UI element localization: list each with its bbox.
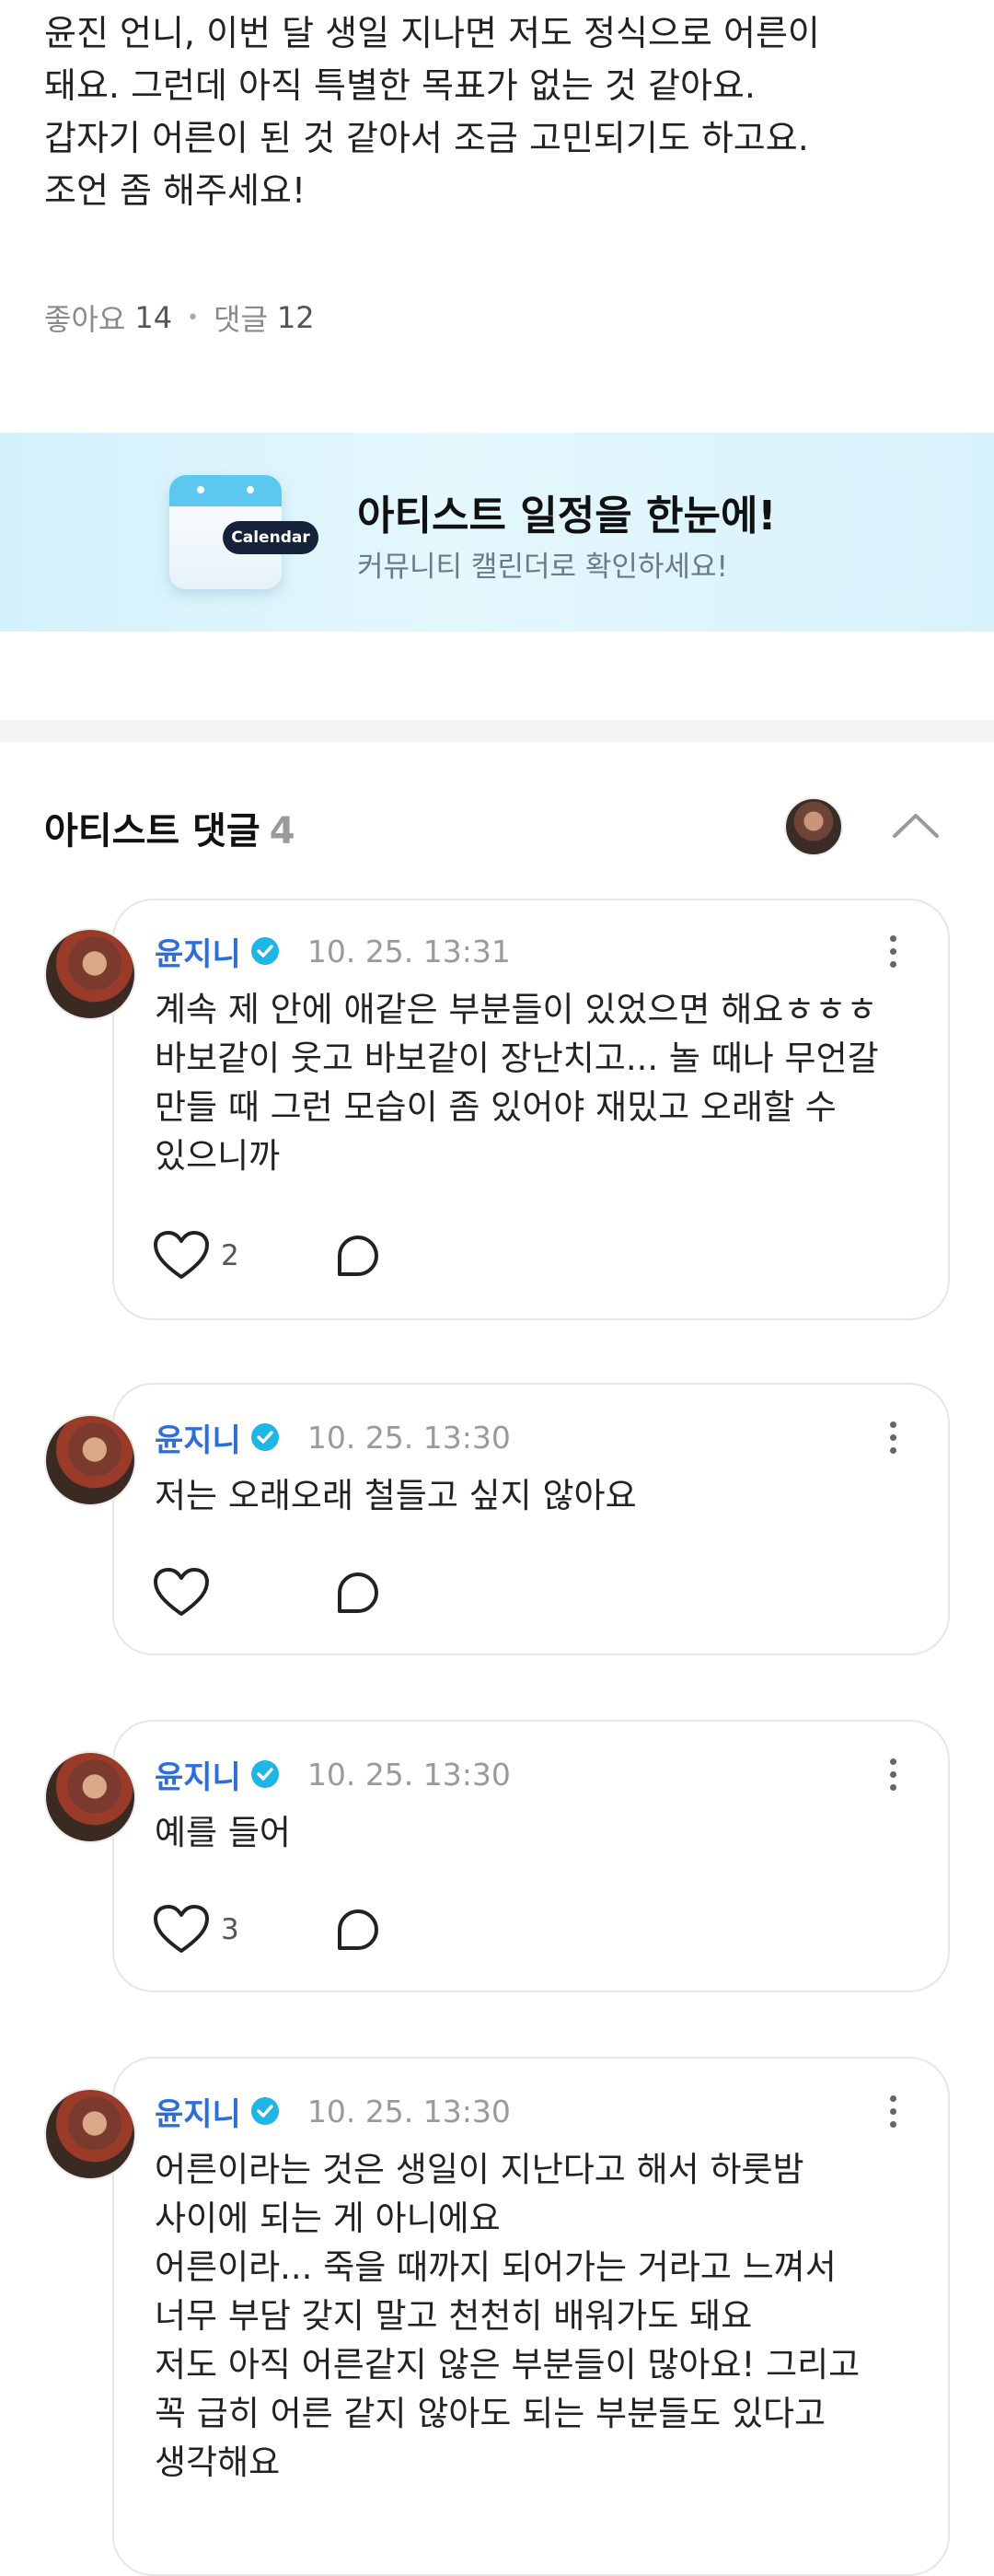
comment-text: 계속 제 안에 애같은 부분들이 있었으면 해요ㅎㅎㅎ 바보같이 웃고 바보같이… — [155, 985, 909, 1180]
comment-header: 윤지니 10. 25. 13:30 — [155, 1414, 511, 1460]
separator-dot: • — [187, 306, 200, 330]
avatar[interactable] — [44, 928, 136, 1020]
comment-line: 생각해요 — [155, 2443, 281, 2482]
speech-bubble-icon — [338, 1909, 378, 1950]
avatar[interactable] — [44, 1751, 136, 1843]
comments-label[interactable]: 댓글 — [214, 296, 268, 339]
comment-header: 윤지니 10. 25. 13:31 — [155, 928, 511, 974]
post-line: 윤진 언니, 이번 달 생일 지나면 저도 정식으로 어른이 — [44, 13, 820, 53]
comment-text: 어른이라는 것은 생일이 지난다고 해서 하룻밤 사이에 되는 게 아니에요 어… — [155, 2145, 909, 2487]
comment-line: 있으니까 — [155, 1136, 281, 1176]
comment-author[interactable]: 윤지니 — [155, 1415, 241, 1460]
likes-count: 14 — [134, 300, 173, 335]
more-options-button[interactable] — [876, 1752, 909, 1796]
comment-text: 저는 오래오래 철들고 싶지 않아요 — [155, 1471, 909, 1520]
comment-line: 저는 오래오래 철들고 싶지 않아요 — [155, 1476, 637, 1515]
comment-line: 어른이라는 것은 생일이 지난다고 해서 하룻밤 — [155, 2150, 804, 2189]
more-options-button[interactable] — [876, 1415, 909, 1459]
collapse-button[interactable] — [884, 803, 948, 847]
artist-avatar[interactable] — [784, 797, 843, 856]
verified-badge-icon — [250, 2097, 279, 2125]
avatar[interactable] — [44, 2088, 136, 2180]
comments-count: 12 — [276, 300, 315, 335]
speech-bubble-icon — [338, 1572, 378, 1613]
more-options-button[interactable] — [876, 929, 909, 973]
like-count: 2 — [221, 1239, 239, 1272]
chevron-up-icon — [893, 814, 939, 838]
more-options-button[interactable] — [876, 2089, 909, 2133]
comment-time: 10. 25. 13:31 — [306, 933, 511, 969]
comment-line: 너무 부담 갖지 말고 천천히 배워가도 돼요 — [155, 2296, 753, 2336]
post-body: 윤진 언니, 이번 달 생일 지나면 저도 정식으로 어른이 돼요. 그런데 아… — [44, 7, 955, 217]
comment-header: 윤지니 10. 25. 13:30 — [155, 2088, 511, 2134]
heart-icon — [154, 1568, 209, 1616]
heart-icon — [154, 1905, 209, 1953]
comment-text: 예를 들어 — [155, 1808, 909, 1857]
banner-subtitle: 커뮤니티 캘린더로 확인하세요! — [357, 551, 728, 584]
comment-line: 저도 아직 어른같지 않은 부분들이 많아요! 그리고 — [155, 2345, 861, 2385]
verified-badge-icon — [250, 937, 279, 965]
comment-author[interactable]: 윤지니 — [155, 929, 241, 974]
comment-line: 어른이라... 죽을 때까지 되어가는 거라고 느껴서 — [155, 2247, 837, 2287]
comment-line: 만들 때 그런 모습이 좀 있어야 재밌고 오래할 수 — [155, 1087, 837, 1127]
post-stats: 좋아요 14 • 댓글 12 — [44, 296, 315, 339]
heart-icon — [154, 1231, 209, 1279]
artist-comments-label: 아티스트 댓글 — [44, 810, 260, 853]
like-count: 3 — [221, 1913, 239, 1946]
comment-time: 10. 25. 13:30 — [306, 1756, 511, 1793]
banner-title: 아티스트 일정을 한눈에! — [357, 493, 777, 540]
likes-label[interactable]: 좋아요 — [44, 296, 125, 339]
calendar-pill: Calendar — [223, 521, 318, 554]
verified-badge-icon — [250, 1760, 279, 1788]
artist-comments-title: 아티스트 댓글 4 — [44, 801, 295, 854]
comment-line: 예를 들어 — [155, 1813, 291, 1852]
comment-author[interactable]: 윤지니 — [155, 2089, 241, 2134]
reply-button[interactable] — [335, 1902, 390, 1957]
speech-bubble-icon — [338, 1236, 378, 1276]
reply-button[interactable] — [335, 1228, 390, 1283]
comment-line: 사이에 되는 게 아니에요 — [155, 2199, 501, 2238]
artist-comments-count: 4 — [269, 810, 295, 853]
section-divider — [0, 720, 994, 742]
comment-line: 꼭 급히 어른 같지 않아도 되는 부분들도 있다고 — [155, 2394, 826, 2433]
comment-time: 10. 25. 13:30 — [306, 2093, 511, 2129]
verified-badge-icon — [250, 1423, 279, 1451]
avatar[interactable] — [44, 1414, 136, 1506]
like-button[interactable]: 2 — [153, 1228, 241, 1283]
like-button[interactable]: 3 — [153, 1902, 241, 1957]
post-line: 돼요. 그런데 아직 특별한 목표가 없는 것 같아요. — [44, 65, 756, 106]
comment-time: 10. 25. 13:30 — [306, 1419, 511, 1456]
post-line: 갑자기 어른이 된 것 같아서 조금 고민되기도 하고요. — [44, 118, 809, 158]
comment-line: 바보같이 웃고 바보같이 장난치고... 놀 때나 무언갈 — [155, 1039, 879, 1078]
comment-header: 윤지니 10. 25. 13:30 — [155, 1751, 511, 1797]
comment-line: 계속 제 안에 애같은 부분들이 있었으면 해요ㅎㅎㅎ — [155, 990, 878, 1029]
post-line: 조언 좀 해주세요! — [44, 170, 306, 211]
like-button[interactable] — [153, 1565, 241, 1620]
comment-author[interactable]: 윤지니 — [155, 1752, 241, 1797]
reply-button[interactable] — [335, 1565, 390, 1620]
